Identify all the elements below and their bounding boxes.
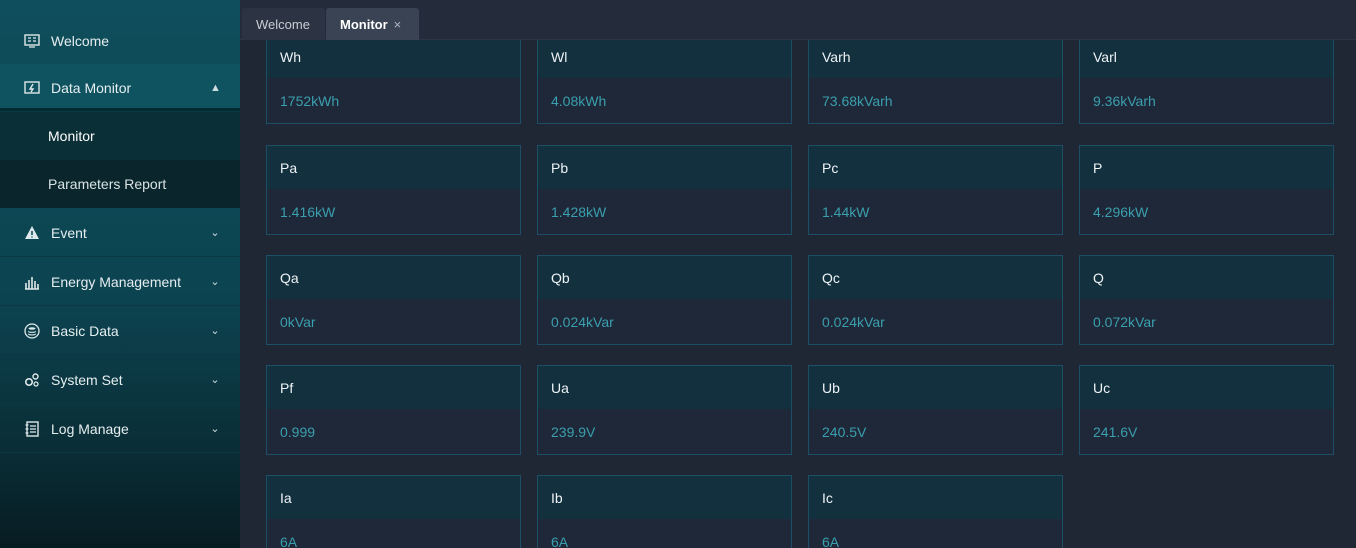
- metric-label: Ub: [809, 366, 1062, 409]
- metric-card-ua: Ua 239.9V: [537, 365, 792, 455]
- metric-card-pa: Pa 1.416kW: [266, 145, 521, 235]
- metric-card-varl: Varl 9.36kVarh: [1079, 40, 1334, 124]
- metric-card-qc: Qc 0.024kVar: [808, 255, 1063, 345]
- data-monitor-icon: [24, 80, 40, 96]
- metric-value: 241.6V: [1093, 423, 1138, 440]
- metric-label: Qa: [267, 256, 520, 299]
- metric-value: 6A: [822, 533, 840, 548]
- metric-card-wl: Wl 4.08kWh: [537, 40, 792, 124]
- sidebar-item-label: Data Monitor: [51, 79, 132, 96]
- chevron-down-icon: ⌄: [210, 276, 220, 288]
- metric-value: 0kVar: [280, 313, 316, 330]
- gears-icon: [24, 372, 40, 388]
- metric-label: Varh: [809, 40, 1062, 78]
- warning-icon: [24, 225, 40, 241]
- metric-label: Ib: [538, 476, 791, 519]
- sidebar-item-data-monitor[interactable]: Data Monitor ▲: [0, 64, 240, 112]
- metric-label: Ic: [809, 476, 1062, 519]
- sidebar-item-log-manage[interactable]: Log Manage ⌄: [0, 405, 240, 453]
- sidebar-item-basic-data[interactable]: Basic Data ⌄: [0, 307, 240, 355]
- metric-value: 4.08kWh: [551, 92, 607, 109]
- metric-card-pf: Pf 0.999: [266, 365, 521, 455]
- metric-card-qa: Qa 0kVar: [266, 255, 521, 345]
- sidebar-item-welcome[interactable]: Welcome: [0, 17, 240, 65]
- metric-label: Wl: [538, 40, 791, 78]
- chevron-down-icon: ⌄: [210, 423, 220, 435]
- metric-value: 1.416kW: [280, 203, 336, 220]
- tab-label: Welcome: [256, 16, 310, 32]
- metric-label: Ia: [267, 476, 520, 519]
- tab-monitor[interactable]: Monitor ×: [326, 8, 419, 40]
- chevron-down-icon: ⌄: [210, 227, 220, 239]
- metric-value: 6A: [280, 533, 298, 548]
- sidebar-subitem-monitor[interactable]: Monitor: [0, 112, 240, 160]
- metric-value: 1752kWh: [280, 92, 340, 109]
- monitor-panel: Wh 1752kWh Wl 4.08kWh Varh 73.68kVarh Va…: [240, 40, 1356, 548]
- sidebar-item-label: Welcome: [51, 32, 110, 49]
- chevron-down-icon: ⌄: [210, 325, 220, 337]
- metric-card-uc: Uc 241.6V: [1079, 365, 1334, 455]
- tab-welcome[interactable]: Welcome: [242, 8, 325, 40]
- metric-label: Pa: [267, 146, 520, 189]
- metric-value: 6A: [551, 533, 569, 548]
- metric-value: 1.428kW: [551, 203, 607, 220]
- metric-label: P: [1080, 146, 1333, 189]
- metric-label: Qb: [538, 256, 791, 299]
- metric-card-ib: Ib 6A: [537, 475, 792, 548]
- metric-value: 0.024kVar: [551, 313, 614, 330]
- sidebar-item-label: System Set: [51, 371, 123, 388]
- close-icon[interactable]: ×: [394, 17, 402, 32]
- metric-value: 0.072kVar: [1093, 313, 1156, 330]
- metric-value: 73.68kVarh: [822, 92, 893, 109]
- welcome-icon: [24, 33, 40, 49]
- metric-card-varh: Varh 73.68kVarh: [808, 40, 1063, 124]
- metric-value: 1.44kW: [822, 203, 870, 220]
- chevron-down-icon: ⌄: [210, 374, 220, 386]
- log-icon: [24, 420, 40, 437]
- sidebar-subitem-parameters-report[interactable]: Parameters Report: [0, 160, 240, 208]
- chevron-up-icon: ▲: [210, 81, 221, 94]
- sidebar-item-label: Log Manage: [51, 420, 129, 437]
- metric-card-p: P 4.296kW: [1079, 145, 1334, 235]
- metric-label: Pf: [267, 366, 520, 409]
- metric-label: Ua: [538, 366, 791, 409]
- metric-value: 9.36kVarh: [1093, 92, 1156, 109]
- bar-chart-icon: [24, 274, 40, 290]
- metric-value: 240.5V: [822, 423, 867, 440]
- database-icon: [24, 322, 40, 339]
- metric-value: 4.296kW: [1093, 203, 1149, 220]
- sidebar-item-label: Energy Management: [51, 273, 181, 290]
- metric-label: Qc: [809, 256, 1062, 299]
- metric-label: Wh: [267, 40, 520, 78]
- metric-label: Q: [1080, 256, 1333, 299]
- metric-value: 0.999: [280, 423, 316, 440]
- sidebar-subitem-label: Parameters Report: [48, 176, 167, 192]
- metric-label: Pc: [809, 146, 1062, 189]
- sidebar-item-label: Basic Data: [51, 322, 119, 339]
- metric-label: Varl: [1080, 40, 1333, 78]
- metric-label: Uc: [1080, 366, 1333, 409]
- sidebar: Welcome Data Monitor ▲ Monitor Parameter…: [0, 0, 240, 548]
- metric-card-q: Q 0.072kVar: [1079, 255, 1334, 345]
- metric-card-ic: Ic 6A: [808, 475, 1063, 548]
- sidebar-item-system-set[interactable]: System Set ⌄: [0, 356, 240, 404]
- metric-label: Pb: [538, 146, 791, 189]
- metric-card-pc: Pc 1.44kW: [808, 145, 1063, 235]
- metric-card-pb: Pb 1.428kW: [537, 145, 792, 235]
- metric-card-wh: Wh 1752kWh: [266, 40, 521, 124]
- metric-card-ub: Ub 240.5V: [808, 365, 1063, 455]
- sidebar-item-energy-management[interactable]: Energy Management ⌄: [0, 258, 240, 306]
- sidebar-item-label: Event: [51, 224, 87, 241]
- tab-label: Monitor: [340, 16, 388, 32]
- sidebar-item-event[interactable]: Event ⌄: [0, 209, 240, 257]
- metric-value: 239.9V: [551, 423, 596, 440]
- metric-value: 0.024kVar: [822, 313, 885, 330]
- sidebar-subitem-label: Monitor: [48, 128, 95, 144]
- metric-card-qb: Qb 0.024kVar: [537, 255, 792, 345]
- tab-bar: Welcome Monitor ×: [240, 0, 1356, 40]
- metric-card-ia: Ia 6A: [266, 475, 521, 548]
